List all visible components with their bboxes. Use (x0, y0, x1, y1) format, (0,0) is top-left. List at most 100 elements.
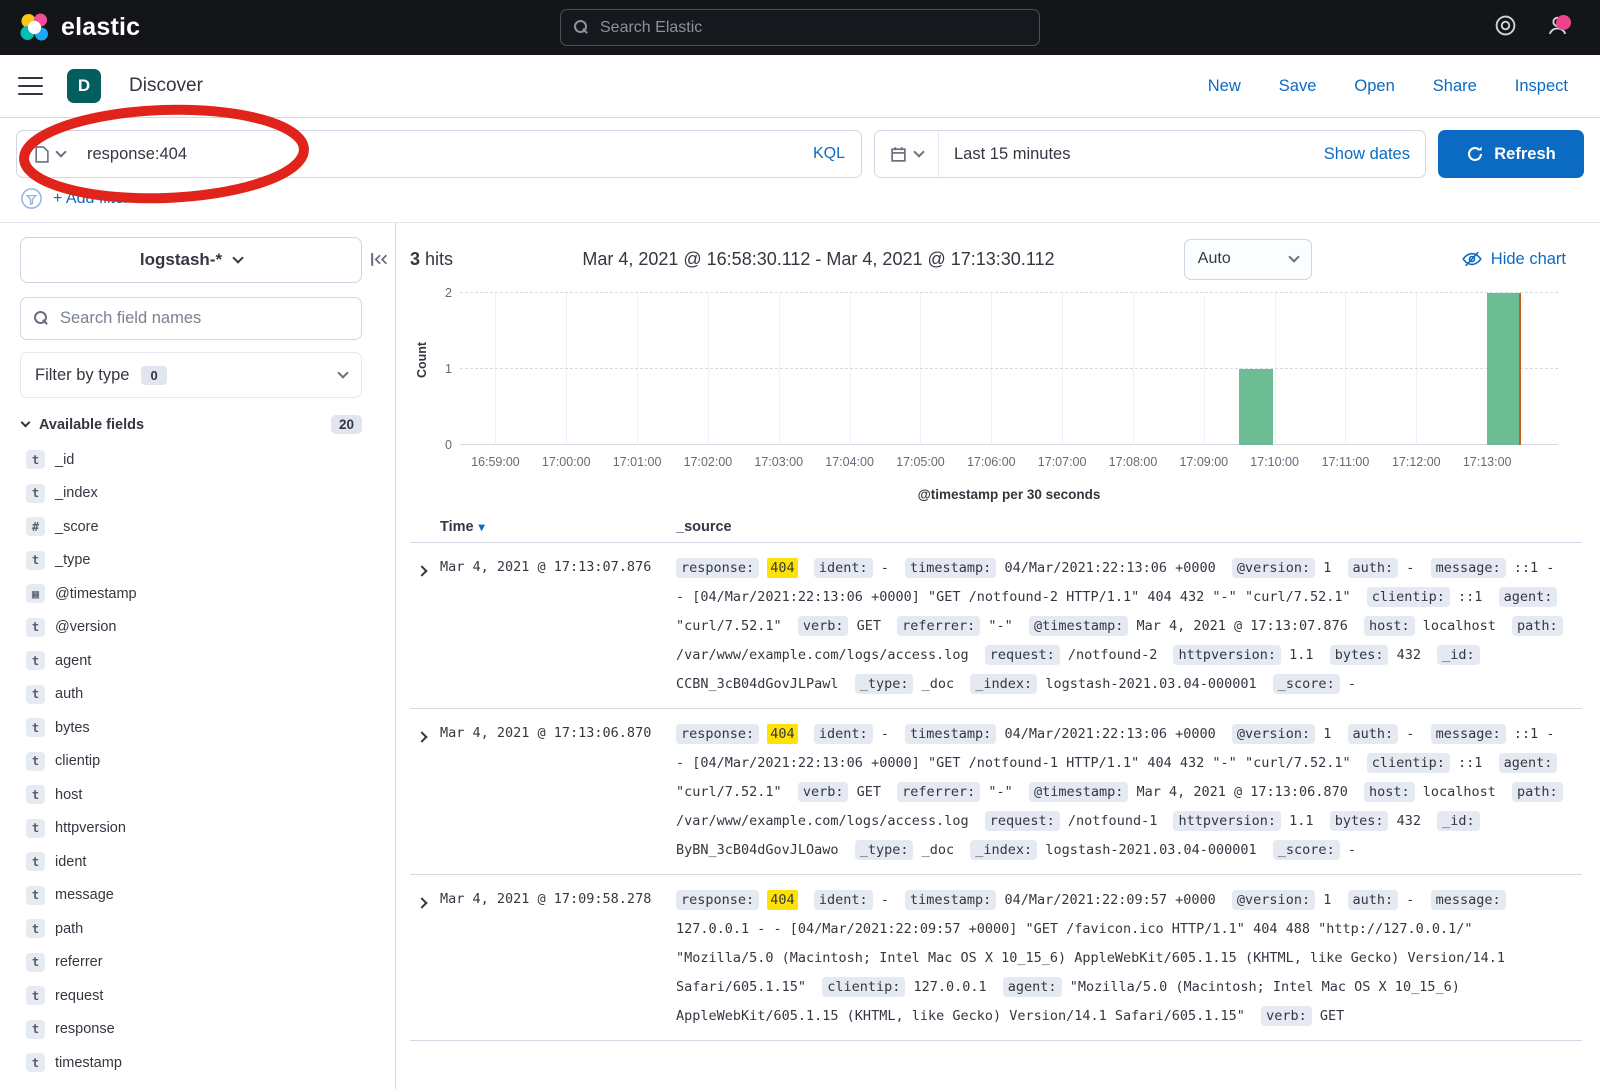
index-pattern-selector[interactable]: logstash-* (20, 237, 362, 283)
x-axis-line (460, 444, 1558, 445)
global-search-input[interactable]: Search Elastic (560, 9, 1040, 46)
hide-chart-button[interactable]: Hide chart (1462, 249, 1566, 269)
field-item-@version[interactable]: t@version (20, 611, 395, 645)
vertical-gridline (495, 293, 496, 445)
x-tick-label: 17:07:00 (1038, 455, 1087, 469)
field-search-input[interactable]: Search field names (20, 297, 362, 340)
x-tick-label: 17:00:00 (542, 455, 591, 469)
field-item-_score[interactable]: #_score (20, 510, 395, 544)
field-value: 04/Mar/2021:22:09:57 +0000 (1004, 892, 1215, 908)
query-input[interactable]: response:404 (81, 145, 797, 164)
field-key: _index: (970, 674, 1037, 694)
field-item-@timestamp[interactable]: ▦@timestamp (20, 577, 395, 611)
refresh-button[interactable]: Refresh (1438, 130, 1584, 178)
save-button[interactable]: Save (1279, 77, 1317, 96)
add-filter-button[interactable]: + Add filter (53, 190, 129, 208)
field-item-path[interactable]: tpath (20, 912, 395, 946)
user-menu[interactable] (1545, 13, 1570, 43)
expand-row-button[interactable] (410, 886, 440, 912)
interval-select[interactable]: Auto (1184, 239, 1312, 280)
histogram-bar[interactable] (1487, 293, 1520, 445)
field-name: referrer (55, 954, 103, 970)
field-item-auth[interactable]: tauth (20, 678, 395, 712)
field-key: verb: (798, 616, 849, 636)
share-button[interactable]: Share (1433, 77, 1477, 96)
available-fields-count: 20 (331, 415, 362, 434)
collapse-sidebar-button[interactable] (369, 251, 388, 273)
new-button[interactable]: New (1208, 77, 1241, 96)
field-item-request[interactable]: trequest (20, 979, 395, 1013)
expand-row-button[interactable] (410, 720, 440, 746)
app-navbar: D Discover New Save Open Share Inspect (0, 55, 1600, 118)
interval-value: Auto (1198, 250, 1231, 268)
show-dates-button[interactable]: Show dates (1324, 145, 1425, 164)
field-item-_type[interactable]: t_type (20, 544, 395, 578)
expand-row-button[interactable] (410, 554, 440, 580)
field-value: - (881, 726, 889, 742)
date-quick-menu-button[interactable] (875, 131, 939, 177)
field-key: bytes: (1330, 811, 1389, 831)
field-value: /var/www/example.com/logs/access.log (676, 813, 969, 829)
field-item-host[interactable]: thost (20, 778, 395, 812)
filter-icon[interactable] (20, 187, 43, 210)
field-item-message[interactable]: tmessage (20, 879, 395, 913)
menu-hamburger-button[interactable] (18, 77, 43, 96)
field-value: 432 (1397, 647, 1421, 663)
chevron-down-icon (337, 367, 348, 378)
field-key: @timestamp: (1029, 782, 1128, 802)
elastic-brand[interactable]: elastic (18, 12, 140, 44)
open-button[interactable]: Open (1354, 77, 1394, 96)
number-field-type-icon: # (26, 517, 45, 536)
horizontal-gridline (460, 368, 1558, 369)
horizontal-gridline (460, 292, 1558, 293)
time-column-header[interactable]: Time ▾ (440, 519, 676, 535)
field-name: @version (55, 619, 116, 635)
field-key: message: (1431, 724, 1506, 744)
field-value: ::1 (1458, 755, 1482, 771)
y-tick-label: 0 (424, 438, 452, 452)
field-item-_index[interactable]: t_index (20, 477, 395, 511)
field-item-bytes[interactable]: tbytes (20, 711, 395, 745)
available-fields-toggle[interactable]: Available fields 20 (22, 415, 362, 434)
field-key: request: (985, 811, 1060, 831)
field-item-ident[interactable]: tident (20, 845, 395, 879)
saved-query-menu-button[interactable] (17, 131, 81, 177)
field-key: clientip: (822, 977, 905, 997)
global-search-placeholder: Search Elastic (600, 19, 702, 37)
field-value: /notfound-1 (1068, 813, 1157, 829)
time-range-button[interactable]: Last 15 minutes (939, 145, 1070, 164)
string-field-type-icon: t (26, 651, 45, 670)
hits-count: 3 hits (410, 249, 453, 270)
vertical-gridline (1416, 293, 1417, 445)
histogram-bar[interactable] (1239, 369, 1272, 445)
header-actions (1494, 13, 1582, 43)
field-item-referrer[interactable]: treferrer (20, 946, 395, 980)
field-key: clientip: (1367, 753, 1450, 773)
field-key: auth: (1348, 724, 1399, 744)
source-cell: response: 404 ident: - timestamp: 04/Mar… (676, 720, 1582, 865)
field-key: clientip: (1367, 587, 1450, 607)
help-icon[interactable] (1494, 14, 1517, 42)
chart-plot: 012 (460, 293, 1558, 445)
field-item-clientip[interactable]: tclientip (20, 745, 395, 779)
content: logstash-* Search field names Filter by … (0, 223, 1600, 1089)
search-icon (34, 311, 49, 326)
field-name: _index (55, 485, 98, 501)
filter-by-type-toggle[interactable]: Filter by type 0 (20, 352, 362, 398)
source-column-header: _source (676, 519, 1582, 535)
table-row: Mar 4, 2021 @ 17:09:58.278response: 404 … (410, 875, 1582, 1041)
vertical-gridline (1133, 293, 1134, 445)
field-item-response[interactable]: tresponse (20, 1013, 395, 1047)
field-item-httpversion[interactable]: thttpversion (20, 812, 395, 846)
field-key: @version: (1232, 890, 1315, 910)
field-key: _index: (970, 840, 1037, 860)
inspect-button[interactable]: Inspect (1515, 77, 1568, 96)
doc-table: Time ▾ _source Mar 4, 2021 @ 17:13:07.87… (410, 519, 1582, 1041)
field-name: path (55, 921, 83, 937)
string-field-type-icon: t (26, 785, 45, 804)
kql-button[interactable]: KQL (797, 145, 861, 163)
field-item-_id[interactable]: t_id (20, 443, 395, 477)
field-item-timestamp[interactable]: ttimestamp (20, 1046, 395, 1080)
field-item-agent[interactable]: tagent (20, 644, 395, 678)
field-value: logstash-2021.03.04-000001 (1045, 842, 1256, 858)
